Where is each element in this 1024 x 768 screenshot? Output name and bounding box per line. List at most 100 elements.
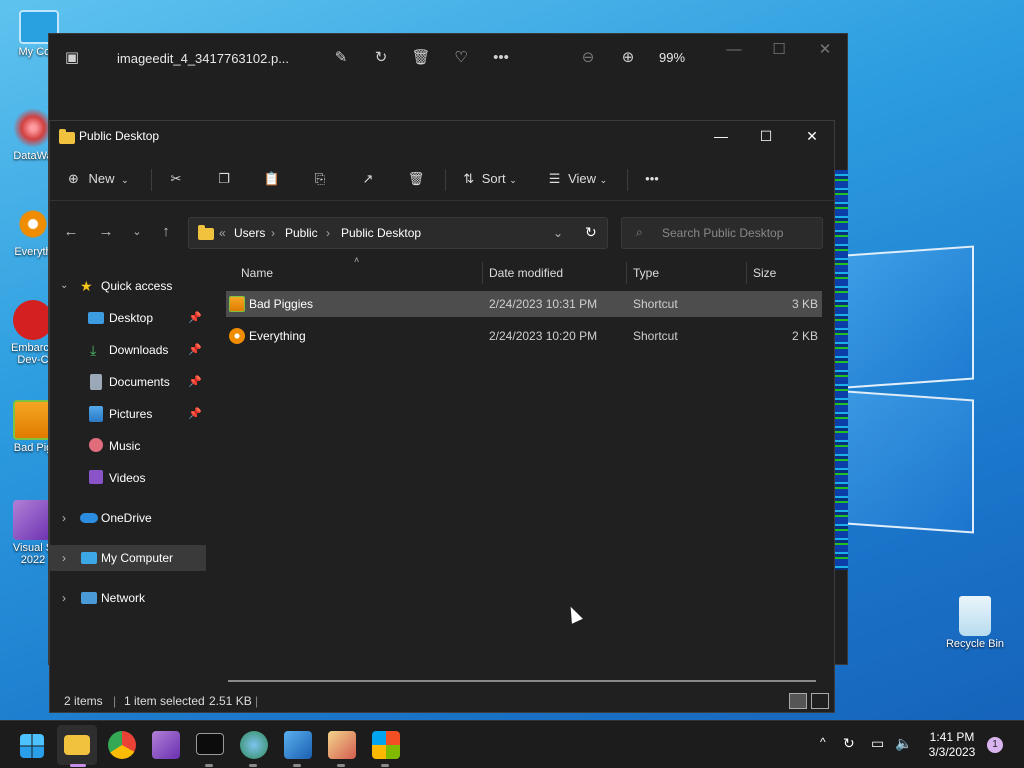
file-date: 2/24/2023 10:20 PM xyxy=(489,329,598,343)
more-options-button[interactable]: ••• xyxy=(640,167,664,191)
chevron-right-icon: › xyxy=(62,551,66,565)
minimize-button[interactable]: — xyxy=(707,125,735,147)
chevron-down-icon[interactable]: ⌄ xyxy=(553,226,563,240)
star-icon: ★ xyxy=(80,278,93,294)
nav-desktop[interactable]: Desktop 📌 xyxy=(50,305,206,331)
column-header-name[interactable]: Name xyxy=(241,259,273,287)
back-button[interactable]: ← xyxy=(60,221,82,243)
zoom-in-icon[interactable]: ⊕ xyxy=(617,48,639,68)
chevron-down-icon: ⌄ xyxy=(60,280,69,291)
notification-badge[interactable]: 1 xyxy=(987,737,1003,753)
command-bar: ⊕ New ⌄ ✂ ❐ 📋 ⎘ ↗ 🗑 ⇅ Sort ⌄ ☰ View ⌄ ••… xyxy=(50,157,834,201)
paint-app-icon[interactable] xyxy=(328,731,356,759)
breadcrumb-users[interactable]: Users xyxy=(234,226,265,240)
start-button[interactable] xyxy=(20,734,44,758)
delete-button[interactable]: 🗑 xyxy=(405,167,427,191)
selected-size: 2.51 KB xyxy=(209,694,252,708)
tiles-view-button[interactable] xyxy=(811,693,829,709)
column-header-date[interactable]: Date modified xyxy=(489,259,563,287)
clock-time: 1:41 PM xyxy=(929,730,975,744)
column-header-size[interactable]: Size xyxy=(753,259,776,287)
network-icon xyxy=(81,592,97,604)
column-header-type[interactable]: Type xyxy=(633,259,659,287)
clock[interactable]: 1:41 PM 3/3/2023 xyxy=(920,730,984,760)
view-button[interactable]: ☰ View ⌄ xyxy=(545,167,611,191)
close-icon[interactable]: ✕ xyxy=(814,40,836,60)
nav-music[interactable]: Music xyxy=(50,433,206,459)
pictures-icon xyxy=(89,406,103,422)
pin-icon: 📌 xyxy=(188,376,202,388)
nav-quick-access[interactable]: ⌄ ★ Quick access xyxy=(50,273,206,299)
nav-onedrive[interactable]: › OneDrive xyxy=(50,505,206,531)
chevron-down-icon: ⌄ xyxy=(599,175,608,185)
image-stripes xyxy=(834,170,848,570)
chevron-right-icon: › xyxy=(62,511,66,525)
breadcrumb-public-desktop[interactable]: Public Desktop xyxy=(341,226,421,240)
nav-documents[interactable]: Documents 📌 xyxy=(50,369,206,395)
rotate-icon[interactable]: ↻ xyxy=(370,48,392,68)
delete-icon[interactable]: 🗑 xyxy=(410,48,432,68)
nav-my-computer[interactable]: › My Computer xyxy=(50,545,206,571)
address-bar[interactable]: « Users › Public › Public Desktop ⌄ ↻ xyxy=(188,217,608,249)
nav-pictures[interactable]: Pictures 📌 xyxy=(50,401,206,427)
refresh-icon[interactable]: ↻ xyxy=(585,224,597,241)
nav-network[interactable]: › Network xyxy=(50,585,206,611)
file-row[interactable]: Bad Piggies 2/24/2023 10:31 PM Shortcut … xyxy=(226,291,822,317)
sync-icon[interactable]: ↻ xyxy=(843,735,855,752)
document-icon xyxy=(90,374,102,390)
breadcrumb-public[interactable]: Public xyxy=(285,226,318,240)
paste-button[interactable]: 📋 xyxy=(261,167,283,191)
recent-locations-button[interactable]: ⌄ xyxy=(126,221,148,243)
rename-button[interactable]: ⎘ xyxy=(309,167,331,191)
maximize-button[interactable]: ☐ xyxy=(752,125,780,147)
more-icon[interactable]: ••• xyxy=(490,48,512,68)
share-button[interactable]: ↗ xyxy=(357,167,379,191)
pin-icon: 📌 xyxy=(188,344,202,356)
search-box[interactable]: ⌕ Search Public Desktop xyxy=(621,217,823,249)
file-date: 2/24/2023 10:31 PM xyxy=(489,297,598,311)
desktop-icon-recycle-bin[interactable]: Recycle Bin xyxy=(940,596,1010,650)
store-icon[interactable] xyxy=(372,731,400,759)
download-icon: ⤓ xyxy=(90,342,97,358)
minimize-icon[interactable]: — xyxy=(723,40,745,60)
volume-icon[interactable]: 🔈 xyxy=(895,735,912,752)
edit-icon[interactable]: ✎ xyxy=(330,48,352,68)
zoom-out-icon[interactable]: ⊖ xyxy=(577,48,599,68)
favorite-icon[interactable]: ♡ xyxy=(450,48,472,68)
nav-videos[interactable]: Videos xyxy=(50,465,206,491)
photos-taskbar-icon[interactable] xyxy=(284,731,312,759)
close-button[interactable]: ✕ xyxy=(798,125,826,147)
monitor-icon xyxy=(81,552,97,564)
maximize-icon[interactable]: ☐ xyxy=(768,40,790,60)
details-view-button[interactable] xyxy=(789,693,807,709)
sort-button[interactable]: ⇅ Sort ⌄ xyxy=(458,167,522,191)
sort-icon: ⇅ xyxy=(463,171,475,186)
everything-icon xyxy=(13,204,53,244)
breadcrumb-overflow[interactable]: « xyxy=(219,226,226,240)
up-button[interactable]: ↑ xyxy=(155,221,177,243)
window-title: Public Desktop xyxy=(79,129,160,143)
chrome-icon[interactable] xyxy=(108,731,136,759)
network-status-icon[interactable]: ▭ xyxy=(871,735,884,752)
forward-button[interactable]: → xyxy=(95,221,117,243)
chevron-up-icon[interactable]: ^ xyxy=(820,735,826,749)
cut-button[interactable]: ✂ xyxy=(165,167,187,191)
image-icon: ▣ xyxy=(64,49,80,66)
copy-button[interactable]: ❐ xyxy=(213,167,235,191)
terminal-icon[interactable] xyxy=(196,733,224,755)
file-type: Shortcut xyxy=(633,329,678,343)
file-name: Bad Piggies xyxy=(249,297,314,311)
nav-downloads[interactable]: ⤓ Downloads 📌 xyxy=(50,337,206,363)
chevron-right-icon: › xyxy=(271,226,275,240)
file-explorer-taskbar-icon[interactable] xyxy=(64,735,90,755)
pin-icon: 📌 xyxy=(188,312,202,324)
globe-app-icon[interactable] xyxy=(240,731,268,759)
search-input[interactable]: Search Public Desktop xyxy=(662,226,783,240)
selected-count: 1 item selected xyxy=(124,694,205,708)
horizontal-scrollbar[interactable] xyxy=(228,680,816,682)
new-button[interactable]: ⊕ New ⌄ xyxy=(68,167,138,191)
file-row[interactable]: Everything 2/24/2023 10:20 PM Shortcut 2… xyxy=(226,323,822,349)
visual-studio-taskbar-icon[interactable] xyxy=(152,731,180,759)
address-row: ← → ⌄ ↑ « Users › Public › Public Deskto… xyxy=(50,213,834,253)
recycle-bin-icon xyxy=(959,596,991,636)
